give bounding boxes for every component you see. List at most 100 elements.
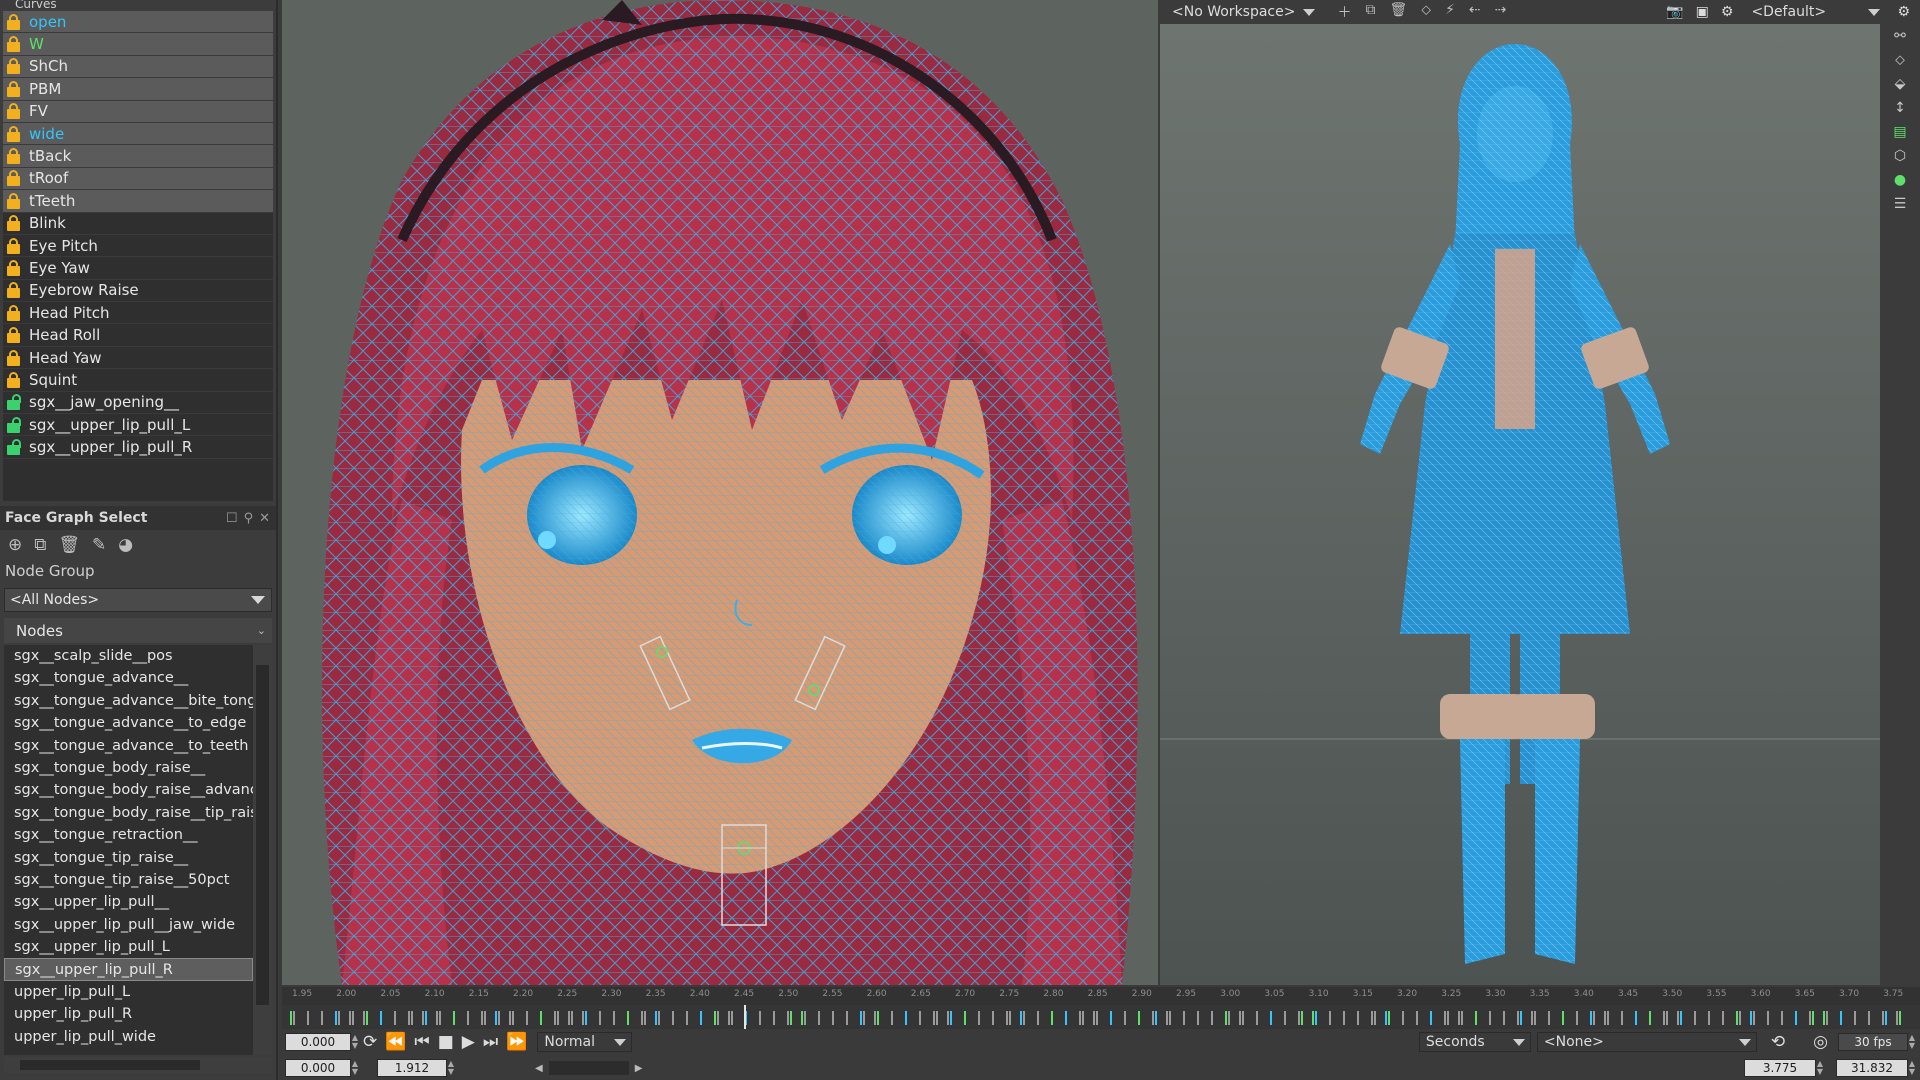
lock-icon[interactable] <box>7 36 20 53</box>
play-icon[interactable]: ▶ <box>462 1032 475 1052</box>
node-list-item[interactable]: sgx__upper_lip_pull_L <box>4 936 253 958</box>
node-list-item[interactable]: sgx__tongue_advance__to_edge <box>4 712 253 734</box>
lock-icon[interactable] <box>7 439 21 456</box>
run-icon[interactable]: ⚡ <box>1445 2 1455 22</box>
node-list-item[interactable]: sgx__upper_lip_pull_R <box>4 958 253 981</box>
node-list-item[interactable]: sgx__tongue_tip_raise__ <box>4 847 253 869</box>
lock-icon[interactable] <box>7 215 20 232</box>
node-group-dropdown[interactable]: <All Nodes> <box>4 588 272 612</box>
node-list-item[interactable]: upper_lip_pull_wide <box>4 1026 253 1048</box>
lock-icon[interactable] <box>7 103 20 120</box>
step-forward-icon[interactable]: ⏭ <box>483 1032 498 1052</box>
workspace-dropdown[interactable]: <No Workspace> <box>1172 4 1316 20</box>
curve-item[interactable]: tRoof <box>3 167 273 191</box>
copy-icon[interactable]: ⧉ <box>1365 2 1375 22</box>
timeline-keyframes[interactable] <box>282 1005 1920 1029</box>
share-icon[interactable]: ⚯ <box>1894 28 1906 44</box>
curve-item[interactable]: open <box>3 11 273 34</box>
lock-icon[interactable] <box>7 170 20 187</box>
lock-icon[interactable] <box>7 416 21 433</box>
curve-item[interactable]: wide <box>3 122 273 146</box>
view-end-field[interactable]: 31.832 <box>1836 1059 1908 1077</box>
node-list-item[interactable]: sgx__tongue_body_raise__ <box>4 757 253 779</box>
trash-icon[interactable]: 🗑 <box>1389 2 1407 22</box>
curve-item[interactable]: Eye Yaw <box>3 257 273 280</box>
fps-field[interactable]: 30 fps <box>1838 1033 1908 1051</box>
lock-icon[interactable] <box>7 282 20 299</box>
curve-item[interactable]: ShCh <box>3 55 273 79</box>
light-icon[interactable]: ● <box>1894 172 1906 188</box>
cube-icon[interactable]: ⬡ <box>1894 148 1906 164</box>
lock-icon[interactable] <box>7 394 21 411</box>
add-icon[interactable]: ＋ <box>1337 2 1351 22</box>
trash-icon[interactable]: 🗑 <box>58 535 80 555</box>
range-end-field[interactable]: 1.912 <box>377 1059 447 1077</box>
rewind-icon[interactable]: ⏪ <box>385 1032 406 1052</box>
node-list-item[interactable]: sgx__tongue_advance__bite_tongue <box>4 690 253 712</box>
zoom-slider[interactable] <box>548 1061 629 1075</box>
stop-icon[interactable]: ■ <box>438 1032 454 1052</box>
curve-item[interactable]: tTeeth <box>3 190 273 213</box>
pin-icon[interactable]: ⬙ <box>1895 76 1906 92</box>
render-icon[interactable]: ▣ <box>1696 4 1709 20</box>
camera-dropdown[interactable]: <Default> <box>1745 2 1886 22</box>
new-icon[interactable]: ⊕ <box>8 535 22 555</box>
nodes-vertical-scrollbar[interactable] <box>253 645 272 1055</box>
curve-item[interactable]: PBM <box>3 78 273 101</box>
camera-icon[interactable]: 📷 <box>1666 4 1683 20</box>
curve-item[interactable]: Head Yaw <box>3 347 273 370</box>
node-list-item[interactable]: sgx__tongue_advance__to_teeth <box>4 735 253 757</box>
curve-item[interactable]: Head Pitch <box>3 302 273 325</box>
scrollbar-thumb[interactable] <box>256 665 269 1005</box>
playhead[interactable] <box>744 1005 746 1029</box>
play-mode-dropdown[interactable]: Normal <box>537 1032 633 1052</box>
audio-dropdown[interactable]: <None> <box>1536 1032 1757 1052</box>
pin-icon[interactable]: ⚲ <box>244 511 254 526</box>
copy-icon[interactable]: ⧉ <box>34 535 46 555</box>
close-icon[interactable]: ✕ <box>259 511 270 526</box>
loop-icon[interactable]: ⟳ <box>363 1032 377 1052</box>
curve-item[interactable]: Head Roll <box>3 324 273 347</box>
float-window-icon[interactable]: ☐ <box>226 511 238 526</box>
refresh-icon[interactable]: ⟲ <box>1771 1032 1785 1052</box>
curve-item[interactable]: tBack <box>3 145 273 168</box>
scroll-right-icon[interactable]: ▶ <box>635 1063 643 1074</box>
step-back-icon[interactable]: ⏮ <box>414 1032 429 1052</box>
node-list-item[interactable]: sgx__tongue_retraction__ <box>4 824 253 846</box>
range-start-field[interactable]: 0.000 <box>285 1059 351 1077</box>
lock-icon[interactable] <box>7 304 20 321</box>
node-list-item[interactable]: sgx__scalp_slide__pos <box>4 645 253 667</box>
scroll-left-icon[interactable]: ◀ <box>535 1063 543 1074</box>
node-list-item[interactable]: sgx__tongue_body_raise__tip_raise <box>4 802 253 824</box>
settings-cog-icon[interactable]: ⚙ <box>1721 4 1734 20</box>
node-list-item[interactable]: upper_lip_pull_R <box>4 1003 253 1025</box>
lock-icon[interactable] <box>7 192 20 209</box>
body-viewport[interactable] <box>1160 24 1880 985</box>
nodes-column-header[interactable]: Nodes ⌄ <box>4 618 272 643</box>
undo-arrow-icon[interactable]: ⇠ <box>1469 2 1481 22</box>
sliders-icon[interactable]: ☰ <box>1894 196 1907 212</box>
anchor-icon[interactable]: ↕ <box>1894 100 1906 116</box>
face-viewport[interactable] <box>282 0 1158 985</box>
node-list-item[interactable]: upper_lip_pull_L <box>4 981 253 1003</box>
lock-icon[interactable] <box>7 327 20 344</box>
palette-icon[interactable]: ◕ <box>118 535 133 555</box>
node-list-item[interactable]: sgx__tongue_tip_raise__50pct <box>4 869 253 891</box>
tag-icon[interactable]: ⬦ <box>1895 52 1905 68</box>
curve-item[interactable]: sgx__upper_lip_pull_L <box>3 414 273 437</box>
fast-forward-icon[interactable]: ⏩ <box>506 1032 527 1052</box>
timeline-ruler[interactable]: 1.95 2.00 2.05 2.10 2.15 2.20 2.25 2.30 2.35 2.40… <box>282 987 1920 1005</box>
curve-item[interactable]: Squint <box>3 369 273 392</box>
time-units-dropdown[interactable]: Seconds <box>1418 1032 1531 1052</box>
layers-icon[interactable]: ▤ <box>1893 124 1906 140</box>
curves-list[interactable]: open W ShCh PBM FV wide tBack tRoof tTeeth Blink E… <box>3 11 273 501</box>
lock-icon[interactable] <box>7 259 20 276</box>
node-list-item[interactable]: sgx__tongue_body_raise__advance <box>4 779 253 801</box>
lock-icon[interactable] <box>7 349 20 366</box>
curve-item[interactable]: Eyebrow Raise <box>3 280 273 303</box>
timeline[interactable]: 1.95 2.00 2.05 2.10 2.15 2.20 2.25 2.30 2.35 2.40… <box>282 987 1920 1029</box>
target-icon[interactable]: ◎ <box>1813 1032 1828 1052</box>
node-list-item[interactable]: sgx__tongue_advance__ <box>4 667 253 689</box>
gear-icon[interactable]: ⚙ <box>1897 4 1910 20</box>
view-start-field[interactable]: 3.775 <box>1744 1059 1816 1077</box>
